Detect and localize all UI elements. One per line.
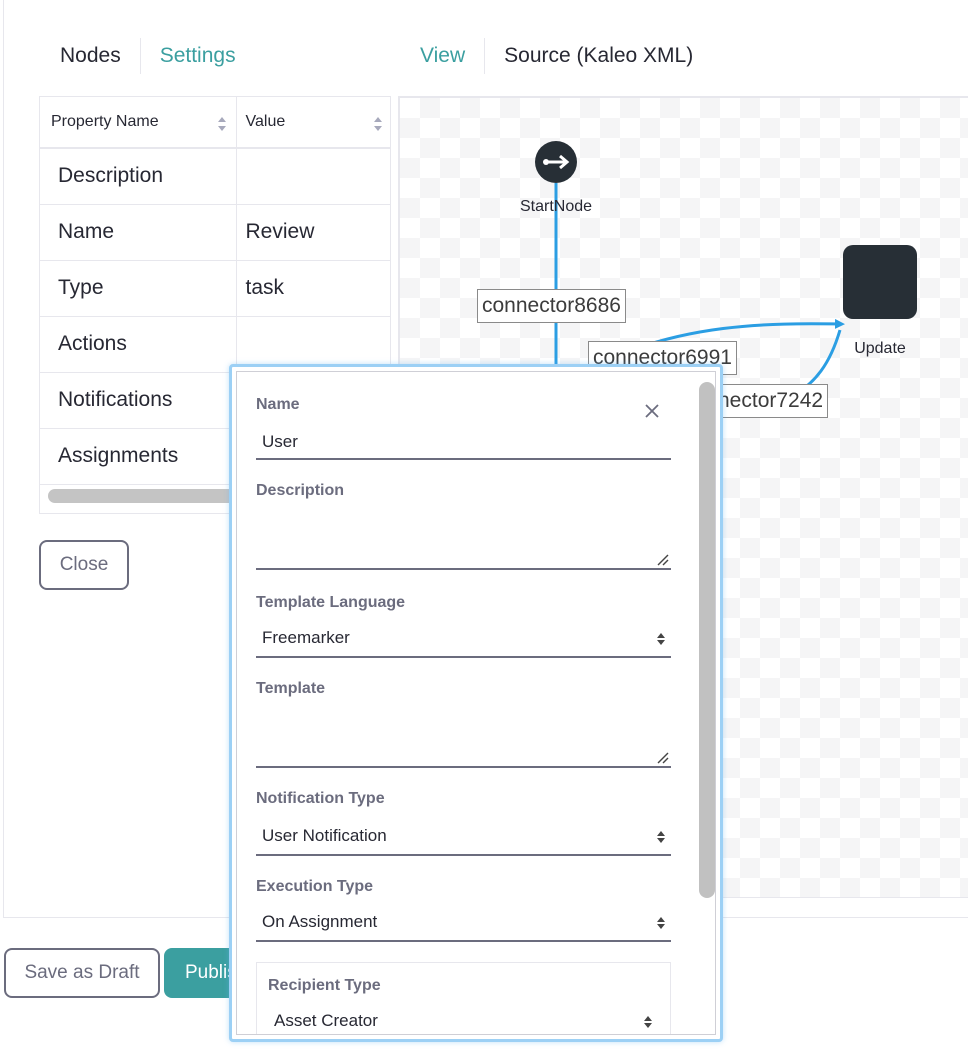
diagram-tabs: View Source (Kaleo XML) (401, 38, 712, 74)
property-name: Assignments (40, 428, 237, 485)
template-label: Template (256, 680, 326, 697)
notification-type-select[interactable]: User Notification (256, 820, 671, 856)
resize-handle-icon[interactable] (657, 752, 669, 764)
sort-icon[interactable] (217, 117, 226, 131)
recipient-section: Recipient Type Asset Creator (256, 962, 671, 1034)
notification-type-label: Notification Type (256, 790, 385, 807)
property-name: Description (40, 148, 237, 205)
tab-nodes[interactable]: Nodes (41, 38, 140, 74)
connector-label[interactable]: connector8686 (477, 289, 626, 323)
table-row[interactable]: Type task (40, 260, 390, 317)
table-row[interactable]: Description (40, 148, 390, 205)
popover-content: Name User Description Template Language … (236, 371, 716, 1035)
template-language-label: Template Language (256, 594, 406, 611)
column-header-property-name[interactable]: Property Name (40, 97, 237, 149)
execution-type-label: Execution Type (256, 878, 374, 895)
chevron-up-down-icon (657, 831, 665, 843)
chevron-up-down-icon (657, 633, 665, 645)
close-button[interactable]: Close (39, 540, 129, 590)
description-label: Description (256, 482, 345, 499)
property-name: Type (40, 260, 237, 317)
update-node[interactable] (843, 245, 917, 319)
vertical-scrollbar[interactable] (699, 382, 715, 898)
chevron-up-down-icon (657, 917, 665, 929)
recipient-type-select[interactable]: Asset Creator (268, 1005, 658, 1034)
sort-icon[interactable] (373, 117, 382, 131)
template-language-select[interactable]: Freemarker (256, 622, 671, 658)
connector-label[interactable]: nector7242 (713, 384, 829, 418)
column-header-value[interactable]: Value (236, 97, 390, 149)
start-node-label: StartNode (519, 198, 593, 215)
notification-editor-popover: Name User Description Template Language … (229, 364, 723, 1042)
save-as-draft-button[interactable]: Save as Draft (4, 948, 160, 998)
recipient-type-label: Recipient Type (268, 977, 381, 994)
property-name: Actions (40, 316, 237, 373)
close-icon[interactable] (641, 400, 663, 422)
start-arrow-icon (543, 154, 570, 170)
tab-settings[interactable]: Settings (141, 38, 255, 74)
execution-type-select[interactable]: On Assignment (256, 906, 671, 942)
sidebar-tabs: Nodes Settings (41, 38, 255, 74)
update-node-label: Update (854, 340, 906, 357)
property-name: Notifications (40, 372, 237, 429)
template-textarea[interactable] (256, 710, 671, 768)
table-row[interactable]: Name Review (40, 204, 390, 261)
name-label: Name (256, 396, 300, 413)
tab-view[interactable]: View (401, 38, 484, 74)
chevron-up-down-icon (644, 1016, 652, 1028)
property-value[interactable]: task (236, 260, 390, 317)
description-textarea[interactable] (256, 512, 671, 570)
name-field[interactable]: User (256, 428, 671, 460)
resize-handle-icon[interactable] (657, 554, 669, 566)
property-value[interactable]: Review (236, 204, 390, 261)
property-name: Name (40, 204, 237, 261)
start-node[interactable] (535, 141, 577, 183)
table-header-row: Property Name Value (40, 97, 390, 149)
property-value[interactable] (236, 148, 390, 205)
tab-source[interactable]: Source (Kaleo XML) (485, 38, 712, 74)
